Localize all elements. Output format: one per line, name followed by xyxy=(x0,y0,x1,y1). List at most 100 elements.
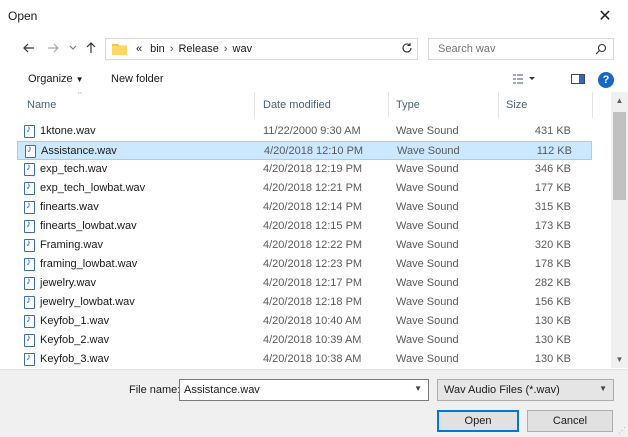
file-name: finearts_lowbat.wav xyxy=(40,220,137,232)
file-name: Framing.wav xyxy=(40,239,103,251)
new-folder-button[interactable]: New folder xyxy=(111,73,164,85)
file-type: Wave Sound xyxy=(396,220,459,232)
file-date-modified: 4/20/2018 12:18 PM xyxy=(263,296,363,308)
file-type: Wave Sound xyxy=(396,353,459,365)
file-type: Wave Sound xyxy=(396,258,459,270)
search-box[interactable]: Search wav xyxy=(428,38,614,60)
column-divider[interactable] xyxy=(254,92,255,118)
organize-button[interactable]: Organize ▼ xyxy=(28,73,84,85)
file-row[interactable]: 1ktone.wav 11/22/2000 9:30 AM Wave Sound 43… xyxy=(17,122,592,141)
up-button[interactable] xyxy=(82,38,100,58)
file-name: framing_lowbat.wav xyxy=(40,258,138,270)
file-size: 178 KB xyxy=(534,258,571,270)
file-size: 431 KB xyxy=(534,125,571,137)
resize-grip-icon[interactable]: ⋰ xyxy=(618,426,626,435)
audio-file-icon xyxy=(24,219,35,233)
file-row[interactable]: exp_tech_lowbat.wav 4/20/2018 12:21 PM Wav… xyxy=(17,179,592,198)
address-bar[interactable]: « bin › Release › wav xyxy=(105,38,502,60)
breadcrumb-release[interactable]: Release xyxy=(174,43,222,55)
window-title: Open xyxy=(8,9,38,23)
file-date-modified: 11/22/2000 9:30 AM xyxy=(263,125,361,137)
recent-locations-button[interactable] xyxy=(64,38,82,58)
open-button[interactable]: Open xyxy=(437,410,519,432)
file-size: 173 KB xyxy=(534,220,571,232)
chevron-down-icon: ▼ xyxy=(599,384,607,393)
column-divider[interactable] xyxy=(592,92,593,118)
file-row[interactable]: Framing.wav 4/20/2018 12:22 PM Wave Sound 3… xyxy=(17,236,592,255)
chevron-down-icon[interactable]: ▼ xyxy=(414,384,422,393)
audio-file-icon xyxy=(24,162,35,176)
column-type[interactable]: Type xyxy=(396,99,420,111)
audio-file-icon xyxy=(25,144,36,158)
breadcrumb-wav[interactable]: wav xyxy=(229,43,257,55)
file-row[interactable]: Keyfob_1.wav 4/20/2018 10:40 AM Wave Sound… xyxy=(17,312,592,331)
file-date-modified: 4/20/2018 10:38 AM xyxy=(263,353,362,365)
file-type: Wave Sound xyxy=(396,239,459,251)
column-divider[interactable] xyxy=(388,92,389,118)
organize-label: Organize xyxy=(28,73,73,85)
refresh-button[interactable] xyxy=(398,38,416,58)
audio-file-icon xyxy=(24,200,35,214)
file-type-select[interactable]: Wav Audio Files (*.wav) ▼ xyxy=(437,379,614,401)
file-type-value: Wav Audio Files (*.wav) xyxy=(444,384,560,396)
file-row[interactable]: Keyfob_3.wav 4/20/2018 10:38 AM Wave Sound… xyxy=(17,350,592,368)
scroll-down-arrow[interactable]: ▼ xyxy=(611,351,628,368)
arrow-left-icon xyxy=(23,43,34,53)
audio-file-icon xyxy=(24,257,35,271)
file-type: Wave Sound xyxy=(396,334,459,346)
column-name[interactable]: Name xyxy=(27,99,56,111)
file-row[interactable]: exp_tech.wav 4/20/2018 12:19 PM Wave Sound… xyxy=(17,160,592,179)
back-button[interactable] xyxy=(20,38,38,58)
file-size: 130 KB xyxy=(534,353,571,365)
file-name: exp_tech_lowbat.wav xyxy=(40,182,146,194)
audio-file-icon xyxy=(24,295,35,309)
file-size: 177 KB xyxy=(534,182,571,194)
file-name: Keyfob_2.wav xyxy=(40,334,110,346)
scroll-thumb[interactable] xyxy=(613,112,626,200)
column-header: ^ Name Date modified Type Size xyxy=(17,92,611,118)
file-name: Keyfob_1.wav xyxy=(40,315,110,327)
breadcrumb-overflow[interactable]: « xyxy=(132,43,146,55)
file-row[interactable]: framing_lowbat.wav 4/20/2018 12:23 PM Wave… xyxy=(17,255,592,274)
change-view-button[interactable] xyxy=(512,72,538,89)
column-divider[interactable] xyxy=(498,92,499,118)
search-input[interactable]: Search wav xyxy=(438,43,495,55)
file-date-modified: 4/20/2018 12:15 PM xyxy=(263,220,363,232)
arrow-up-icon xyxy=(86,42,96,53)
close-button[interactable]: ✕ xyxy=(582,0,628,32)
column-date-modified[interactable]: Date modified xyxy=(263,99,331,111)
cancel-button[interactable]: Cancel xyxy=(527,410,613,432)
scroll-up-arrow[interactable]: ▲ xyxy=(611,92,628,109)
file-size: 112 KB xyxy=(536,145,572,157)
breadcrumb-bin[interactable]: bin xyxy=(146,43,169,55)
file-name: jewelry.wav xyxy=(40,277,97,289)
file-date-modified: 4/20/2018 12:19 PM xyxy=(263,163,363,175)
caret-down-icon: ▼ xyxy=(75,75,84,84)
file-row[interactable]: jewelry_lowbat.wav 4/20/2018 12:18 PM Wave… xyxy=(17,293,592,312)
file-name-value[interactable]: Assistance.wav xyxy=(184,384,260,396)
file-name: finearts.wav xyxy=(40,201,99,213)
file-type: Wave Sound xyxy=(396,296,459,308)
file-row[interactable]: Keyfob_2.wav 4/20/2018 10:39 AM Wave Sound… xyxy=(17,331,592,350)
file-size: 156 KB xyxy=(534,296,571,308)
breadcrumb: « bin › Release › wav xyxy=(132,43,256,55)
folder-icon xyxy=(112,44,127,55)
command-bar: Organize ▼ New folder ? xyxy=(0,68,628,92)
file-size: 282 KB xyxy=(534,277,571,289)
vertical-scrollbar[interactable]: ▲ ▼ xyxy=(611,92,628,368)
close-icon: ✕ xyxy=(598,8,612,25)
help-button[interactable]: ? xyxy=(598,72,614,88)
file-row[interactable]: finearts_lowbat.wav 4/20/2018 12:15 PM Wav… xyxy=(17,217,592,236)
file-row[interactable]: jewelry.wav 4/20/2018 12:17 PM Wave Sound 2… xyxy=(17,274,592,293)
file-row[interactable]: Assistance.wav 4/20/2018 12:10 PM Wave Sou… xyxy=(17,141,592,160)
chevron-down-icon xyxy=(69,45,77,50)
refresh-icon xyxy=(402,43,412,53)
file-row[interactable]: finearts.wav 4/20/2018 12:14 PM Wave Sound… xyxy=(17,198,592,217)
forward-button[interactable] xyxy=(44,38,62,58)
column-size[interactable]: Size xyxy=(506,99,527,111)
dialog-footer: File name: Assistance.wav ▼ Wav Audio Fi… xyxy=(0,369,628,437)
preview-pane-button[interactable] xyxy=(570,72,586,89)
file-date-modified: 4/20/2018 10:39 AM xyxy=(263,334,362,346)
file-name-field[interactable]: Assistance.wav ▼ xyxy=(179,379,429,401)
file-date-modified: 4/20/2018 12:14 PM xyxy=(263,201,363,213)
